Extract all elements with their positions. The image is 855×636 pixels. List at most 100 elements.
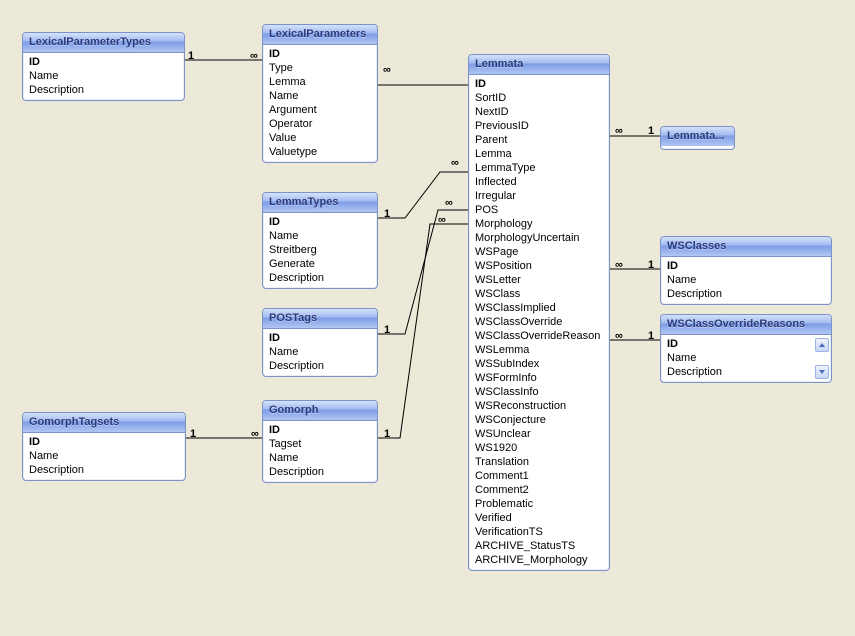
field[interactable]: Name <box>263 229 377 243</box>
field[interactable]: Description <box>661 365 813 379</box>
field-id[interactable]: ID <box>263 215 377 229</box>
table-lexicalparameters[interactable]: LexicalParameters ID Type Lemma Name Arg… <box>262 24 378 163</box>
cardinality-many: ∞ <box>438 214 446 226</box>
field[interactable]: Tagset <box>263 437 377 451</box>
field[interactable]: Comment1 <box>469 469 609 483</box>
table-gomorphtagsets[interactable]: GomorphTagsets ID Name Description <box>22 412 186 481</box>
field[interactable]: Name <box>263 345 377 359</box>
table-header[interactable]: Lemmata... <box>661 127 734 146</box>
field-id[interactable]: ID <box>263 47 377 61</box>
field[interactable]: WSLemma <box>469 343 609 357</box>
field[interactable]: Lemma <box>263 75 377 89</box>
field[interactable]: POS <box>469 203 609 217</box>
field[interactable]: WS1920 <box>469 441 609 455</box>
field[interactable]: Operator <box>263 117 377 131</box>
field[interactable]: Argument <box>263 103 377 117</box>
field[interactable]: WSConjecture <box>469 413 609 427</box>
field[interactable]: ID <box>469 77 609 91</box>
field[interactable]: Lemma <box>469 147 609 161</box>
field[interactable]: WSFormInfo <box>469 371 609 385</box>
table-lemmatypes[interactable]: LemmaTypes ID Name Streitberg Generate D… <box>262 192 378 289</box>
cardinality-many: ∞ <box>445 197 453 209</box>
field[interactable]: WSClassImplied <box>469 301 609 315</box>
field[interactable]: Description <box>661 287 831 301</box>
field-id[interactable]: ID <box>263 423 377 437</box>
field[interactable]: WSClass <box>469 287 609 301</box>
field[interactable]: Inflected <box>469 175 609 189</box>
field[interactable]: ARCHIVE_Morphology <box>469 553 609 567</box>
field[interactable]: Description <box>263 465 377 479</box>
field[interactable]: Value <box>263 131 377 145</box>
field[interactable]: Valuetype <box>263 145 377 159</box>
field[interactable]: MorphologyUncertain <box>469 231 609 245</box>
field[interactable]: WSPage <box>469 245 609 259</box>
field[interactable]: Description <box>263 271 377 285</box>
field[interactable]: WSClassOverride <box>469 315 609 329</box>
table-header[interactable]: GomorphTagsets <box>23 413 185 433</box>
table-header[interactable]: WSClassOverrideReasons <box>661 315 831 335</box>
field[interactable]: PreviousID <box>469 119 609 133</box>
table-header[interactable]: Gomorph <box>263 401 377 421</box>
field[interactable]: Name <box>263 89 377 103</box>
field[interactable]: Irregular <box>469 189 609 203</box>
field[interactable]: Name <box>661 351 813 365</box>
field[interactable]: VerificationTS <box>469 525 609 539</box>
field-id[interactable]: ID <box>23 55 184 69</box>
scroll-down-icon[interactable] <box>815 365 829 379</box>
field[interactable]: Name <box>661 273 831 287</box>
table-lexicalparametertypes[interactable]: LexicalParameterTypes ID Name Descriptio… <box>22 32 185 101</box>
field-name[interactable]: Name <box>23 69 184 83</box>
field[interactable]: WSSubIndex <box>469 357 609 371</box>
field[interactable]: Type <box>263 61 377 75</box>
field[interactable]: NextID <box>469 105 609 119</box>
field[interactable]: Streitberg <box>263 243 377 257</box>
field[interactable]: Generate <box>263 257 377 271</box>
cardinality-one: 1 <box>384 428 390 440</box>
field[interactable]: Parent <box>469 133 609 147</box>
scroll-up-icon[interactable] <box>815 338 829 352</box>
table-header[interactable]: POSTags <box>263 309 377 329</box>
cardinality-one: 1 <box>648 330 654 342</box>
field-id[interactable]: ID <box>263 331 377 345</box>
field[interactable]: WSReconstruction <box>469 399 609 413</box>
field-id[interactable]: ID <box>661 337 813 351</box>
field[interactable]: Morphology <box>469 217 609 231</box>
field[interactable]: Translation <box>469 455 609 469</box>
field[interactable]: WSClassOverrideReason <box>469 329 609 343</box>
table-header[interactable]: LemmaTypes <box>263 193 377 213</box>
field[interactable]: WSUnclear <box>469 427 609 441</box>
diagram-canvas[interactable]: LexicalParameterTypes ID Name Descriptio… <box>0 0 855 636</box>
field[interactable]: Problematic <box>469 497 609 511</box>
table-wsclassoverridereasons[interactable]: WSClassOverrideReasons ID Name Descripti… <box>660 314 832 383</box>
table-header[interactable]: LexicalParameters <box>263 25 377 45</box>
field-id[interactable]: ID <box>661 259 831 273</box>
table-header[interactable]: LexicalParameterTypes <box>23 33 184 53</box>
table-gomorph[interactable]: Gomorph ID Tagset Name Description <box>262 400 378 483</box>
field[interactable]: SortID <box>469 91 609 105</box>
field[interactable]: Comment2 <box>469 483 609 497</box>
table-wsclasses[interactable]: WSClasses ID Name Description <box>660 236 832 305</box>
table-header[interactable]: WSClasses <box>661 237 831 257</box>
field[interactable]: Name <box>263 451 377 465</box>
table-lemmata[interactable]: Lemmata IDSortIDNextIDPreviousIDParentLe… <box>468 54 610 571</box>
field[interactable]: WSPosition <box>469 259 609 273</box>
table-lemmata-ref[interactable]: Lemmata... <box>660 126 735 150</box>
table-body: ID Name Description <box>661 257 831 304</box>
field[interactable]: LemmaType <box>469 161 609 175</box>
field[interactable]: Description <box>263 359 377 373</box>
field[interactable]: Description <box>23 463 185 477</box>
cardinality-one: 1 <box>648 125 654 137</box>
field[interactable]: Verified <box>469 511 609 525</box>
table-header[interactable]: Lemmata <box>469 55 609 75</box>
field[interactable]: Name <box>23 449 185 463</box>
table-body: ID Tagset Name Description <box>263 421 377 482</box>
table-postags[interactable]: POSTags ID Name Description <box>262 308 378 377</box>
field[interactable]: WSClassInfo <box>469 385 609 399</box>
field-description[interactable]: Description <box>23 83 184 97</box>
field[interactable]: WSLetter <box>469 273 609 287</box>
table-body: ID Name Description <box>23 53 184 100</box>
field[interactable]: ARCHIVE_StatusTS <box>469 539 609 553</box>
field-id[interactable]: ID <box>23 435 185 449</box>
cardinality-one: 1 <box>190 428 196 440</box>
table-body: ID Type Lemma Name Argument Operator Val… <box>263 45 377 162</box>
